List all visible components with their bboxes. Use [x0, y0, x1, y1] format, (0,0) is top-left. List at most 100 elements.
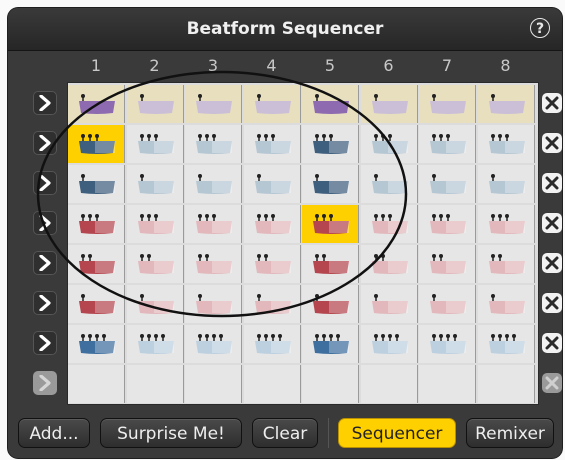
- beat-cell[interactable]: [360, 245, 418, 283]
- surprise-me-button[interactable]: Surprise Me!: [100, 418, 242, 448]
- beat-cell[interactable]: [185, 205, 242, 243]
- beat-cell[interactable]: [126, 205, 184, 243]
- beat-cell[interactable]: [185, 245, 242, 283]
- close-icon: [545, 256, 559, 270]
- drum-pattern-icon: [313, 134, 349, 154]
- beat-cell[interactable]: [360, 205, 418, 243]
- beat-cell[interactable]: [126, 365, 184, 403]
- beat-cell[interactable]: [185, 365, 242, 403]
- beat-cell[interactable]: [243, 165, 301, 203]
- beat-cell[interactable]: [419, 365, 476, 403]
- drum-pattern-icon: [430, 214, 466, 234]
- beat-cell[interactable]: [243, 365, 301, 403]
- beat-cell[interactable]: [126, 245, 184, 283]
- beat-cell[interactable]: [68, 125, 125, 163]
- beat-cell[interactable]: [126, 165, 184, 203]
- beat-cell[interactable]: [419, 245, 476, 283]
- beat-cell[interactable]: [126, 325, 184, 363]
- beat-cell[interactable]: [419, 325, 476, 363]
- sequencer-tab[interactable]: Sequencer: [338, 418, 456, 448]
- drum-pattern-icon: [137, 94, 174, 114]
- column-number-3: 3: [207, 56, 219, 75]
- beat-cell[interactable]: [302, 245, 359, 283]
- beat-cell[interactable]: [185, 85, 242, 123]
- remixer-tab[interactable]: Remixer: [466, 418, 554, 448]
- beat-cell[interactable]: [185, 285, 242, 323]
- row-remove-button[interactable]: [542, 133, 562, 153]
- beat-cell[interactable]: [243, 325, 301, 363]
- beat-cell[interactable]: [68, 325, 125, 363]
- close-icon: [545, 96, 559, 110]
- row-remove-button[interactable]: [542, 93, 562, 113]
- row-remove-button[interactable]: [542, 333, 562, 353]
- row-play-button[interactable]: [33, 371, 57, 395]
- row-play-button[interactable]: [33, 251, 57, 275]
- beat-cell[interactable]: [68, 165, 125, 203]
- drum-pattern-icon: [137, 254, 174, 274]
- help-icon[interactable]: ?: [530, 18, 550, 38]
- beat-grid[interactable]: [67, 82, 539, 405]
- row-play-button[interactable]: [33, 171, 57, 195]
- beat-cell[interactable]: [126, 85, 184, 123]
- beat-cell[interactable]: [185, 125, 242, 163]
- drum-pattern-icon: [254, 214, 291, 234]
- beat-cell[interactable]: [243, 245, 301, 283]
- beat-cell[interactable]: [477, 205, 535, 243]
- row-remove-button[interactable]: [542, 293, 562, 313]
- row-play-button[interactable]: [33, 331, 57, 355]
- beat-cell[interactable]: [477, 245, 535, 283]
- beat-cell[interactable]: [477, 325, 535, 363]
- row-remove-button[interactable]: [542, 173, 562, 193]
- add-button[interactable]: Add...: [18, 418, 90, 448]
- beat-cell[interactable]: [360, 325, 418, 363]
- row-remove-button[interactable]: [542, 213, 562, 233]
- beat-cell[interactable]: [360, 365, 418, 403]
- beat-cell[interactable]: [419, 285, 476, 323]
- beat-cell[interactable]: [477, 165, 535, 203]
- beat-cell[interactable]: [360, 85, 418, 123]
- beat-cell[interactable]: [243, 125, 301, 163]
- drum-pattern-icon: [137, 134, 174, 154]
- beat-cell[interactable]: [477, 125, 535, 163]
- beat-cell[interactable]: [302, 125, 359, 163]
- beat-cell[interactable]: [419, 125, 476, 163]
- clear-button[interactable]: Clear: [252, 418, 318, 448]
- beat-cell[interactable]: [302, 285, 359, 323]
- beat-cell[interactable]: [68, 245, 125, 283]
- beat-cell[interactable]: [302, 205, 359, 243]
- beat-cell[interactable]: [185, 165, 242, 203]
- beat-cell[interactable]: [360, 125, 418, 163]
- beat-cell[interactable]: [477, 85, 535, 123]
- beat-cell[interactable]: [360, 285, 418, 323]
- beat-cell[interactable]: [302, 165, 359, 203]
- beat-cell[interactable]: [243, 85, 301, 123]
- bottom-toolbar: Add... Surprise Me! Clear Sequencer Remi…: [8, 410, 562, 458]
- drum-pattern-icon: [196, 174, 232, 194]
- beat-cell[interactable]: [126, 125, 184, 163]
- beat-cell[interactable]: [243, 285, 301, 323]
- beat-cell[interactable]: [126, 285, 184, 323]
- row-remove-button[interactable]: [542, 253, 562, 273]
- row-play-button[interactable]: [33, 211, 57, 235]
- beat-cell[interactable]: [302, 365, 359, 403]
- beat-cell[interactable]: [68, 85, 125, 123]
- beat-cell[interactable]: [419, 165, 476, 203]
- row-play-button[interactable]: [33, 291, 57, 315]
- row-remove-button[interactable]: [542, 373, 562, 393]
- beat-cell[interactable]: [419, 205, 476, 243]
- row-play-button[interactable]: [33, 91, 57, 115]
- beat-cell[interactable]: [477, 365, 535, 403]
- drum-pattern-icon: [371, 174, 408, 194]
- drum-pattern-icon: [313, 94, 349, 114]
- beat-cell[interactable]: [302, 325, 359, 363]
- beat-cell[interactable]: [419, 85, 476, 123]
- beat-cell[interactable]: [185, 325, 242, 363]
- beat-cell[interactable]: [477, 285, 535, 323]
- beat-cell[interactable]: [360, 165, 418, 203]
- beat-cell[interactable]: [68, 205, 125, 243]
- beat-cell[interactable]: [302, 85, 359, 123]
- beat-cell[interactable]: [68, 365, 125, 403]
- row-play-button[interactable]: [33, 131, 57, 155]
- beat-cell[interactable]: [68, 285, 125, 323]
- beat-cell[interactable]: [243, 205, 301, 243]
